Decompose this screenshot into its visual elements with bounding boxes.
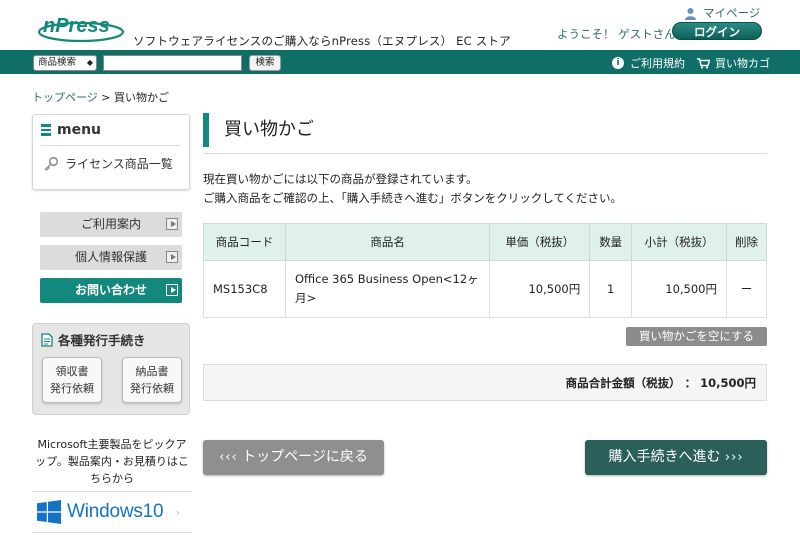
mypage-label: マイページ: [703, 6, 761, 20]
terms-label: ご利用規約: [630, 57, 685, 70]
table-row: MS153C8 Office 365 Business Open<12ヶ月> 1…: [203, 260, 767, 318]
document-icon: [41, 332, 53, 347]
breadcrumb-home[interactable]: トップページ: [32, 91, 98, 104]
cell-unit-price: 10,500円: [489, 260, 591, 318]
breadcrumb: トップページ > 買い物かご: [32, 89, 169, 105]
user-icon: [685, 7, 696, 20]
cart-intro: 現在買い物かごには以下の商品が登録されています。 ご購入商品をご確認の上、「購入…: [203, 170, 622, 208]
receipt-sublabel: 発行依頼: [50, 382, 94, 395]
proceed-label: 購入手続きへ進む: [608, 449, 721, 465]
sidebar-item-license-products[interactable]: ライセンス商品一覧: [43, 155, 173, 172]
breadcrumb-current: 買い物かご: [114, 91, 169, 104]
site-tagline: ソフトウェアライセンスのご購入ならnPress（エヌプレス） EC ストア: [133, 34, 511, 48]
sidebar-privacy-label: 個人情報保護: [74, 250, 147, 264]
col-header-unit-price: 単価（税抜）: [489, 223, 591, 261]
title-divider: [203, 153, 767, 154]
arrow-right-icon: [166, 251, 178, 263]
delivery-note-label: 納品書: [135, 365, 169, 378]
search-input[interactable]: [103, 55, 242, 71]
sidebar-contact-button[interactable]: お問い合わせ: [40, 278, 182, 303]
search-category-select[interactable]: 商品検索 ◆: [33, 55, 97, 71]
total-value: 10,500円: [700, 376, 756, 390]
terms-link[interactable]: i ご利用規約: [612, 55, 685, 71]
cart-link[interactable]: 買い物カゴ: [697, 55, 770, 71]
chevrons-left-icon: ‹‹‹: [219, 450, 238, 465]
select-caret-icon: ◆: [86, 58, 93, 67]
mypage-link[interactable]: マイページ: [684, 5, 760, 21]
hamburger-icon: [41, 124, 51, 136]
sidebar-guide-button[interactable]: ご利用案内: [40, 212, 182, 237]
back-to-top-label: トップページに戻る: [242, 449, 368, 465]
col-header-name: 商品名: [284, 223, 491, 261]
cell-product-name: Office 365 Business Open<12ヶ月>: [284, 260, 491, 318]
cart-label: 買い物カゴ: [715, 57, 770, 70]
document-requests-box: 各種発行手続き 領収書 発行依頼 納品書 発行依頼: [32, 323, 190, 415]
nav-bar: 商品検索 ◆ 検索 i ご利用規約 買い物カゴ: [0, 50, 800, 74]
arrow-right-icon: [166, 284, 178, 296]
sidebar-menu: menu ライセンス商品一覧: [32, 114, 190, 190]
npress-logo[interactable]: nPress: [36, 8, 126, 44]
col-header-code: 商品コード: [203, 223, 286, 261]
col-header-delete: 削除: [726, 223, 767, 261]
login-button[interactable]: ログイン: [672, 22, 762, 40]
site-header: nPress ソフトウェアライセンスのご購入ならnPress（エヌプレス） EC…: [0, 0, 800, 50]
info-icon: i: [612, 57, 624, 69]
delivery-note-sublabel: 発行依頼: [130, 382, 174, 395]
breadcrumb-separator: >: [97, 91, 114, 104]
back-to-top-button[interactable]: ‹‹‹ トップページに戻る: [203, 440, 384, 475]
sidebar-guide-label: ご利用案内: [80, 217, 141, 231]
sidebar-privacy-button[interactable]: 個人情報保護: [40, 245, 182, 270]
welcome-message: ようこそ！ ゲストさん: [557, 27, 676, 41]
menu-title: menu: [57, 122, 102, 138]
menu-heading: menu: [41, 122, 101, 138]
col-header-qty: 数量: [589, 223, 633, 261]
total-separator: ：: [684, 376, 697, 390]
windows10-label: Windows10: [67, 501, 164, 522]
cell-quantity: 1: [589, 260, 633, 318]
document-requests-title: 各種発行手続き: [58, 333, 146, 348]
cart-icon: [697, 57, 710, 69]
cart-table-header-row: 商品コード 商品名 単価（税抜） 数量 小計（税抜） 削除: [203, 223, 767, 261]
arrow-right-icon: [166, 218, 178, 230]
sidebar-contact-label: お問い合わせ: [74, 283, 147, 297]
cell-subtotal: 10,500円: [631, 260, 727, 318]
menu-divider: [41, 145, 181, 146]
col-header-subtotal: 小計（税抜）: [631, 223, 727, 261]
windows10-banner[interactable]: Windows10 ›: [32, 491, 192, 533]
intro-line-2: ご購入商品をご確認の上、「購入手続きへ進む」ボタンをクリックしてください。: [203, 191, 623, 205]
svg-text:nPress: nPress: [43, 15, 110, 37]
cart-total-box: 商品合計金額（税抜） ： 10,500円: [203, 364, 767, 401]
receipt-request-button[interactable]: 領収書 発行依頼: [42, 357, 102, 403]
cart-total: 商品合計金額（税抜） ： 10,500円: [566, 365, 756, 401]
page-title: 買い物かご: [203, 113, 314, 147]
cart-table: 商品コード 商品名 単価（税抜） 数量 小計（税抜） 削除 MS153C8 Of…: [203, 223, 767, 318]
key-icon: [44, 156, 59, 171]
search-button[interactable]: 検索: [249, 55, 281, 71]
total-label: 商品合計金額（税抜）: [565, 376, 681, 390]
sidebar-item-label: ライセンス商品一覧: [65, 157, 173, 171]
document-requests-heading: 各種発行手続き: [41, 330, 146, 349]
cell-product-code: MS153C8: [203, 260, 286, 318]
delivery-note-request-button[interactable]: 納品書 発行依頼: [122, 357, 182, 403]
proceed-to-checkout-button[interactable]: 購入手続きへ進む ›››: [585, 440, 767, 475]
delete-item-button[interactable]: ー: [726, 260, 767, 318]
search-category-value: 商品検索: [38, 57, 77, 68]
microsoft-promo-text: Microsoft主要製品をピックアップ。製品案内・お見積りはこちらから: [35, 438, 189, 485]
intro-line-1: 現在買い物かごには以下の商品が登録されています。: [203, 172, 478, 186]
windows-logo-icon: [37, 500, 61, 524]
chevrons-right-icon: ›››: [724, 450, 744, 465]
empty-cart-button[interactable]: 買い物かごを空にする: [626, 327, 767, 346]
receipt-label: 領収書: [55, 365, 89, 378]
chevron-right-icon: ›: [175, 506, 180, 519]
